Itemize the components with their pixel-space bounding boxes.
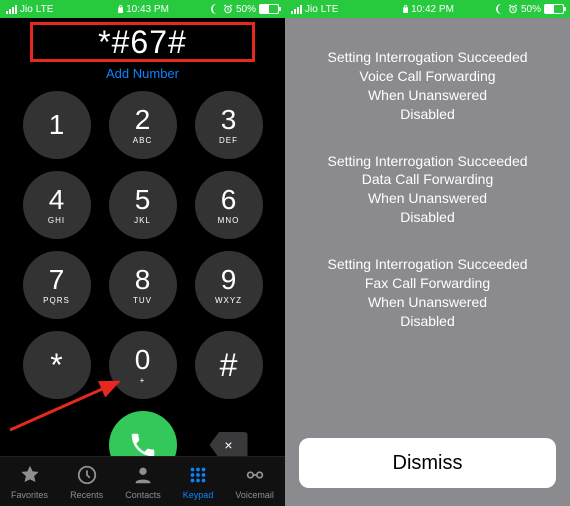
- keypad-key-5[interactable]: 5 JKL: [109, 171, 177, 239]
- key-digit: *: [50, 349, 62, 381]
- alert-message-line: Disabled: [299, 105, 556, 124]
- key-digit: 2: [135, 106, 151, 134]
- time-label: 10:43 PM: [126, 4, 169, 15]
- alert-message-line: Setting Interrogation Succeeded: [299, 255, 556, 274]
- moon-icon: [210, 4, 220, 14]
- battery-pct: 50%: [521, 4, 541, 15]
- tab-label: Recents: [70, 490, 103, 500]
- network-label: LTE: [36, 4, 54, 15]
- key-subtext: ABC: [133, 136, 152, 145]
- lock-icon: [116, 4, 124, 14]
- alert-message-line: Voice Call Forwarding: [299, 67, 556, 86]
- status-bar: Jio LTE 10:43 PM 50%: [0, 0, 285, 18]
- keypad-key-6[interactable]: 6 MNO: [195, 171, 263, 239]
- alert-message-block: Setting Interrogation SucceededFax Call …: [299, 255, 556, 331]
- add-number-button[interactable]: Add Number: [10, 66, 275, 81]
- network-label: LTE: [321, 4, 339, 15]
- battery-pct: 50%: [236, 4, 256, 15]
- alert-message-line: Setting Interrogation Succeeded: [299, 48, 556, 67]
- signal-icon: [291, 5, 302, 14]
- keypad-key-9[interactable]: 9 WXYZ: [195, 251, 263, 319]
- keypad-key-4[interactable]: 4 GHI: [23, 171, 91, 239]
- tab-favorites[interactable]: Favorites: [11, 464, 48, 500]
- alert-message-line: Disabled: [299, 312, 556, 331]
- signal-icon: [6, 5, 17, 14]
- dismiss-button[interactable]: Dismiss: [299, 438, 556, 488]
- alert-message-line: Disabled: [299, 208, 556, 227]
- key-digit: 1: [49, 111, 65, 139]
- tab-bar: Favorites Recents Contacts Keypad Voicemail: [0, 456, 285, 506]
- entered-number: *#67#: [98, 24, 187, 61]
- alert-message-block: Setting Interrogation SucceededData Call…: [299, 152, 556, 228]
- key-subtext: DEF: [219, 136, 238, 145]
- alarm-icon: [508, 4, 518, 14]
- key-subtext: MNO: [218, 216, 240, 225]
- contact-icon: [132, 464, 154, 488]
- key-subtext: TUV: [133, 296, 152, 305]
- clock-icon: [76, 464, 98, 488]
- tab-keypad[interactable]: Keypad: [183, 464, 214, 500]
- keypad-icon: [187, 464, 209, 488]
- key-digit: 9: [221, 266, 237, 294]
- keypad-key-2[interactable]: 2 ABC: [109, 91, 177, 159]
- carrier-label: Jio: [20, 4, 33, 15]
- status-bar: Jio LTE 10:42 PM 50%: [285, 0, 570, 18]
- alert-message-line: Setting Interrogation Succeeded: [299, 152, 556, 171]
- phone-alert-screen: Jio LTE 10:42 PM 50% Setting Interrogati…: [285, 0, 570, 506]
- carrier-label: Jio: [305, 4, 318, 15]
- key-digit: 0: [135, 346, 151, 374]
- key-subtext: WXYZ: [215, 296, 242, 305]
- phone-dialer-screen: Jio LTE 10:43 PM 50% *#67# Add Number 1 2…: [0, 0, 285, 506]
- battery-icon: [259, 4, 279, 14]
- keypad-key-*[interactable]: *: [23, 331, 91, 399]
- alert-message-line: When Unanswered: [299, 86, 556, 105]
- tab-label: Favorites: [11, 490, 48, 500]
- keypad-key-8[interactable]: 8 TUV: [109, 251, 177, 319]
- key-digit: 4: [49, 186, 65, 214]
- voicemail-icon: [244, 464, 266, 488]
- moon-icon: [495, 4, 505, 14]
- alert-message-line: When Unanswered: [299, 189, 556, 208]
- keypad-key-7[interactable]: 7 PQRS: [23, 251, 91, 319]
- alert-message-line: Fax Call Forwarding: [299, 274, 556, 293]
- keypad: 12ABC3DEF4GHI5JKL6MNO7PQRS8TUV9WXYZ*0+#: [10, 91, 275, 399]
- alert-message-line: Data Call Forwarding: [299, 170, 556, 189]
- keypad-key-0[interactable]: 0+: [109, 331, 177, 399]
- tab-voicemail[interactable]: Voicemail: [235, 464, 274, 500]
- key-digit: 8: [135, 266, 151, 294]
- key-subtext: PQRS: [43, 296, 70, 305]
- battery-icon: [544, 4, 564, 14]
- tab-recents[interactable]: Recents: [70, 464, 103, 500]
- alert-message-block: Setting Interrogation SucceededVoice Cal…: [299, 48, 556, 124]
- time-label: 10:42 PM: [411, 4, 454, 15]
- tab-label: Contacts: [125, 490, 161, 500]
- key-digit: 5: [135, 186, 151, 214]
- tab-label: Voicemail: [235, 490, 274, 500]
- key-digit: 3: [221, 106, 237, 134]
- tab-contacts[interactable]: Contacts: [125, 464, 161, 500]
- key-digit: 7: [49, 266, 65, 294]
- alarm-icon: [223, 4, 233, 14]
- close-icon: ×: [224, 437, 232, 453]
- alert-message-area: Setting Interrogation SucceededVoice Cal…: [285, 18, 570, 331]
- keypad-key-1[interactable]: 1: [23, 91, 91, 159]
- entered-number-highlight: *#67#: [30, 22, 255, 62]
- star-icon: [19, 464, 41, 488]
- tab-label: Keypad: [183, 490, 214, 500]
- alert-message-line: When Unanswered: [299, 293, 556, 312]
- keypad-key-#[interactable]: #: [195, 331, 263, 399]
- key-digit: 6: [221, 186, 237, 214]
- key-subtext: +: [140, 376, 146, 385]
- key-subtext: GHI: [48, 216, 65, 225]
- key-subtext: JKL: [134, 216, 151, 225]
- key-digit: #: [220, 349, 238, 381]
- keypad-key-3[interactable]: 3 DEF: [195, 91, 263, 159]
- lock-icon: [401, 4, 409, 14]
- delete-button[interactable]: ×: [210, 432, 248, 458]
